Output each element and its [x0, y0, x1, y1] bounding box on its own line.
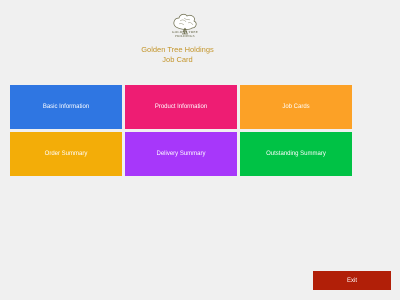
- exit-button[interactable]: Exit: [313, 271, 391, 290]
- tile-label: Job Cards: [282, 104, 310, 110]
- page-title: Job Card: [162, 55, 193, 64]
- basic-information-tile[interactable]: Basic Information: [10, 85, 122, 129]
- exit-button-label: Exit: [346, 277, 357, 284]
- logo-text: GOLDEN TREE HOLDINGS: [163, 30, 207, 38]
- tile-label: Product Information: [154, 104, 208, 110]
- tile-label: Order Summary: [44, 151, 88, 157]
- job-cards-tile[interactable]: Job Cards: [240, 85, 352, 129]
- tile-label: Delivery Summary: [156, 151, 206, 157]
- product-information-tile[interactable]: Product Information: [125, 85, 237, 129]
- company-name: Golden Tree Holdings: [141, 45, 214, 54]
- logo-text-line2: HOLDINGS: [175, 34, 195, 38]
- outstanding-summary-tile[interactable]: Outstanding Summary: [240, 132, 352, 176]
- tile-label: Outstanding Summary: [266, 151, 326, 157]
- tile-label: Basic Information: [42, 104, 90, 110]
- order-summary-tile[interactable]: Order Summary: [10, 132, 122, 176]
- delivery-summary-tile[interactable]: Delivery Summary: [125, 132, 237, 176]
